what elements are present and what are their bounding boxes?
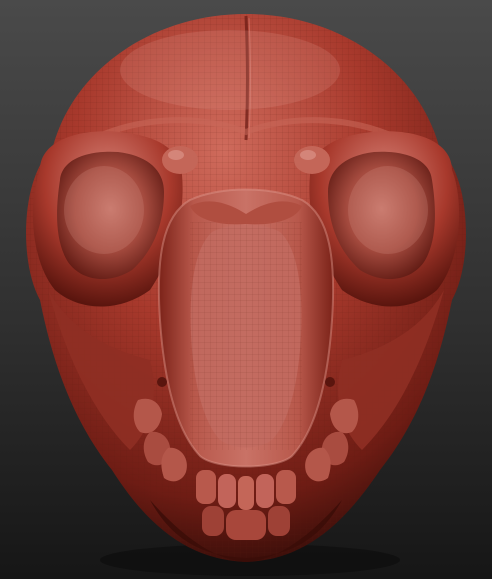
sculpt-viewport[interactable]: [0, 0, 492, 579]
left-foramen: [157, 377, 167, 387]
right-nasal-bump: [294, 146, 330, 174]
right-foramen: [325, 377, 335, 387]
skull-render: [0, 0, 492, 579]
specular-highlight: [120, 30, 340, 110]
left-nasal-bump: [162, 146, 198, 174]
